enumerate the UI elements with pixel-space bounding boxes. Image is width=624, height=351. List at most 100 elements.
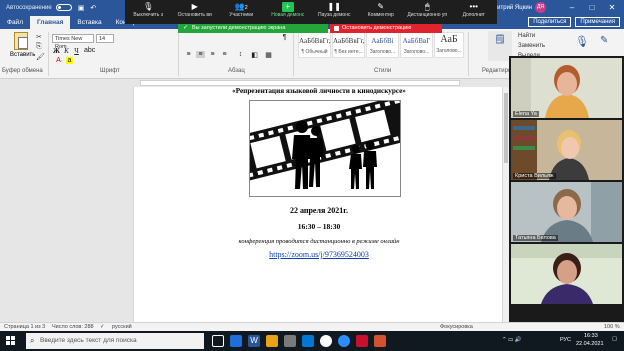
pause-share-label: Пауза демонс: [318, 12, 351, 18]
participant-name: Elena Ya: [513, 111, 539, 117]
style-sample: АаБбВвГг,: [299, 37, 331, 45]
page-count[interactable]: Страница 1 из 3: [4, 324, 45, 330]
zoom-link[interactable]: https://zoom.us/j/97369524003: [134, 250, 504, 259]
edge-icon[interactable]: [230, 335, 242, 347]
language[interactable]: русский: [112, 324, 132, 330]
tab-file[interactable]: Файл: [0, 16, 30, 29]
remote-control-button[interactable]: 🖱 Дистанционно уп: [404, 0, 451, 24]
status-bar: Страница 1 из 3 Число слов: 288 ✓ русски…: [0, 322, 624, 331]
style-normal[interactable]: АаБбВвГг, ¶ Обычный: [298, 32, 331, 58]
taskbar-search-input[interactable]: Введите здесь текст для поиска: [26, 333, 204, 349]
style-name: Заголово...: [436, 48, 462, 54]
scrollbar-thumb[interactable]: [504, 93, 508, 163]
minimize-button[interactable]: –: [564, 0, 580, 15]
video-tile[interactable]: Татьяна Белова: [511, 182, 622, 242]
autosave-toggle[interactable]: [55, 4, 72, 11]
stop-share-button[interactable]: Остановить демонстрацию: [330, 24, 442, 33]
save-icon[interactable]: ▣: [78, 4, 85, 12]
more-icon: •••: [469, 2, 478, 11]
style-heading-1[interactable]: АаБбВі Заголово...: [366, 32, 399, 58]
italic-button[interactable]: К: [62, 47, 71, 55]
close-button[interactable]: ✕: [604, 0, 620, 15]
tab-insert[interactable]: Вставка: [70, 16, 108, 29]
participants-button[interactable]: 👥2 Участники: [218, 0, 265, 24]
annotate-icon: ✎: [377, 2, 385, 11]
style-sample: АаБбВвГ: [402, 37, 431, 45]
highlight-icon[interactable]: a: [66, 57, 73, 64]
cut-icon[interactable]: ✂: [36, 33, 42, 41]
group-clipboard-label: Буфер обмена: [2, 68, 43, 74]
align-right-icon[interactable]: ≡: [208, 51, 217, 58]
video-panel: Elena Ya Криста Вильяж Татьяна Белова: [509, 56, 624, 322]
ruler-bar[interactable]: [140, 80, 460, 86]
style-no-spacing[interactable]: АаБбВвГг, ¶ Без инте...: [332, 32, 365, 58]
zoom-icon[interactable]: [338, 335, 350, 347]
notifications-icon[interactable]: ▢: [612, 336, 617, 342]
powerpoint-icon[interactable]: [374, 335, 386, 347]
paste-button[interactable]: Вставить: [10, 32, 35, 58]
line-spacing-icon[interactable]: ↕: [236, 51, 245, 58]
dictate-icon[interactable]: 🎙: [575, 35, 589, 48]
event-time: 16:30 – 18:30: [297, 222, 341, 231]
remote-control-icon: 🖱: [424, 2, 430, 11]
borders-icon[interactable]: ▦: [264, 51, 273, 59]
bold-button[interactable]: Ж: [52, 47, 61, 55]
mute-button[interactable]: 🎙 Выключить з: [125, 0, 172, 24]
clock-date[interactable]: 22.04.2021: [576, 341, 604, 347]
word-count[interactable]: Число слов: 288: [52, 324, 94, 330]
participants-icon: 👥2: [234, 2, 248, 11]
input-language[interactable]: РУС: [560, 337, 571, 343]
editor-icon[interactable]: ✎: [600, 35, 608, 46]
zoom-level[interactable]: 100 %: [604, 324, 620, 330]
remote-control-label: Дистанционно уп: [407, 12, 448, 18]
focus-mode-button[interactable]: Фокусировка: [440, 324, 473, 330]
tray-icons[interactable]: ⌃ ▭ 🔊: [502, 337, 522, 343]
task-view-icon[interactable]: [212, 335, 224, 347]
font-size-select[interactable]: 14: [96, 34, 114, 43]
font-color-icon[interactable]: A: [54, 57, 63, 64]
style-heading-3[interactable]: АаБ Заголово...: [434, 32, 464, 58]
document-page[interactable]: «Репрезентация языковой личности в кинод…: [133, 87, 503, 322]
shading-icon[interactable]: ◧: [250, 51, 259, 59]
share-button[interactable]: Поделиться: [528, 17, 572, 27]
pilcrow-icon[interactable]: ¶: [280, 34, 289, 41]
align-left-icon[interactable]: ≡: [184, 51, 193, 58]
stop-video-button[interactable]: ▶ Остановить ви: [172, 0, 219, 24]
zoom-toolbar: 🎙 Выключить з ▶ Остановить ви 👥2 Участники …: [125, 0, 497, 24]
pause-share-button[interactable]: ❚❚ Пауза демонс: [311, 0, 358, 24]
new-share-button[interactable]: + Новая демонс: [265, 0, 312, 24]
video-tile[interactable]: [511, 244, 622, 304]
replace-button[interactable]: Заменить: [518, 41, 545, 51]
justify-icon[interactable]: ≡: [220, 51, 229, 58]
video-tile[interactable]: Криста Вильяж: [511, 120, 622, 180]
undo-icon[interactable]: ↶: [90, 4, 96, 12]
copy-icon[interactable]: ⎘: [36, 43, 42, 51]
more-button[interactable]: ••• Дополнит: [451, 0, 498, 24]
windows-start-icon[interactable]: [6, 336, 16, 346]
proofing-icon[interactable]: ✓: [100, 324, 105, 330]
format-painter-icon[interactable]: 🖌: [36, 53, 45, 61]
video-tile[interactable]: Elena Ya: [511, 58, 622, 118]
align-center-icon[interactable]: ≡: [196, 51, 205, 58]
underline-button[interactable]: Ч: [72, 47, 81, 55]
style-name: Заголово...: [403, 49, 430, 55]
explorer-icon[interactable]: [266, 335, 278, 347]
mail-icon[interactable]: [302, 335, 314, 347]
font-name-select[interactable]: Times New Rom: [52, 34, 94, 50]
word-icon[interactable]: W: [248, 335, 260, 347]
avatar[interactable]: ДЯ: [535, 2, 546, 13]
divider: [293, 32, 294, 76]
app-icon[interactable]: [356, 335, 368, 347]
store-icon[interactable]: [284, 335, 296, 347]
maximize-button[interactable]: □: [584, 0, 600, 15]
strikethrough-button[interactable]: abc: [84, 47, 95, 54]
annotate-button[interactable]: ✎ Комментир: [358, 0, 405, 24]
comments-button[interactable]: Примечания: [575, 17, 620, 27]
find-button[interactable]: Найти: [518, 31, 545, 41]
pause-icon: ❚❚: [327, 2, 341, 11]
tab-home[interactable]: Главная: [29, 16, 71, 29]
chrome-icon[interactable]: [320, 335, 332, 347]
style-heading-2[interactable]: АаБбВвГ Заголово...: [400, 32, 433, 58]
event-note: конференция проводится дистанционно в ре…: [238, 238, 400, 245]
clock-time[interactable]: 16:33: [584, 333, 598, 339]
